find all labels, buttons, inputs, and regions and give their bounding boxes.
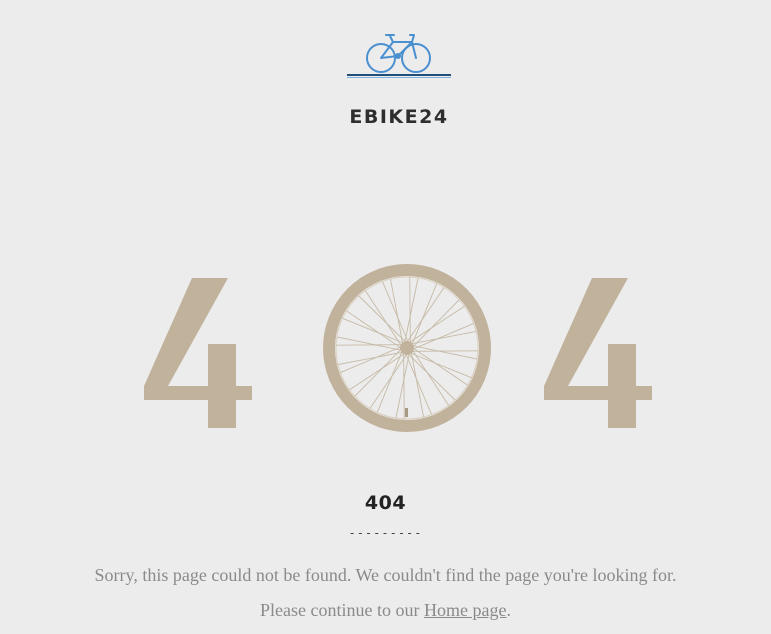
wheel-spoke: [409, 305, 465, 343]
divider: ---------: [348, 526, 423, 540]
home-page-link[interactable]: Home page: [424, 600, 506, 620]
wheel-spoke: [340, 346, 402, 374]
wheel-spoke: [381, 281, 409, 343]
bike-wheel-icon: [323, 264, 491, 432]
continue-prefix: Please continue to our: [260, 600, 424, 620]
error-code-title: 404: [364, 492, 407, 514]
wheel-spoke: [404, 277, 419, 343]
wheel-spoke: [405, 353, 433, 415]
wheel-spoke: [411, 330, 477, 345]
wheel-spoke: [336, 336, 402, 351]
continue-suffix: .: [506, 600, 511, 620]
wheel-spoke: [412, 322, 474, 350]
wheel-spoke: [336, 344, 403, 346]
wheel-spoke: [349, 353, 405, 391]
wheel-spoke: [389, 278, 404, 344]
logo-text: EBIKE24: [349, 106, 449, 128]
digit-four-left: [144, 278, 252, 428]
wheel-spoke: [411, 350, 478, 352]
wheel-spoke: [409, 277, 411, 344]
bicycle-icon: [347, 34, 451, 78]
site-logo[interactable]: EBIKE24: [346, 30, 452, 127]
wheel-spoke: [412, 350, 450, 406]
wheel-spoke: [410, 352, 425, 418]
digit-four-right: [544, 278, 652, 428]
not-found-message: Sorry, this page could not be found. We …: [94, 565, 677, 585]
wheel-spoke: [403, 352, 405, 419]
hero-404-graphic: [140, 262, 660, 437]
wheel-spoke: [412, 345, 478, 360]
wheel-spoke: [364, 290, 402, 346]
wheel-spoke: [337, 351, 403, 366]
error-page: EBIKE24 404 --------- Sorry, this page c…: [0, 0, 771, 634]
continue-message: Please continue to our Home page.: [0, 600, 771, 621]
